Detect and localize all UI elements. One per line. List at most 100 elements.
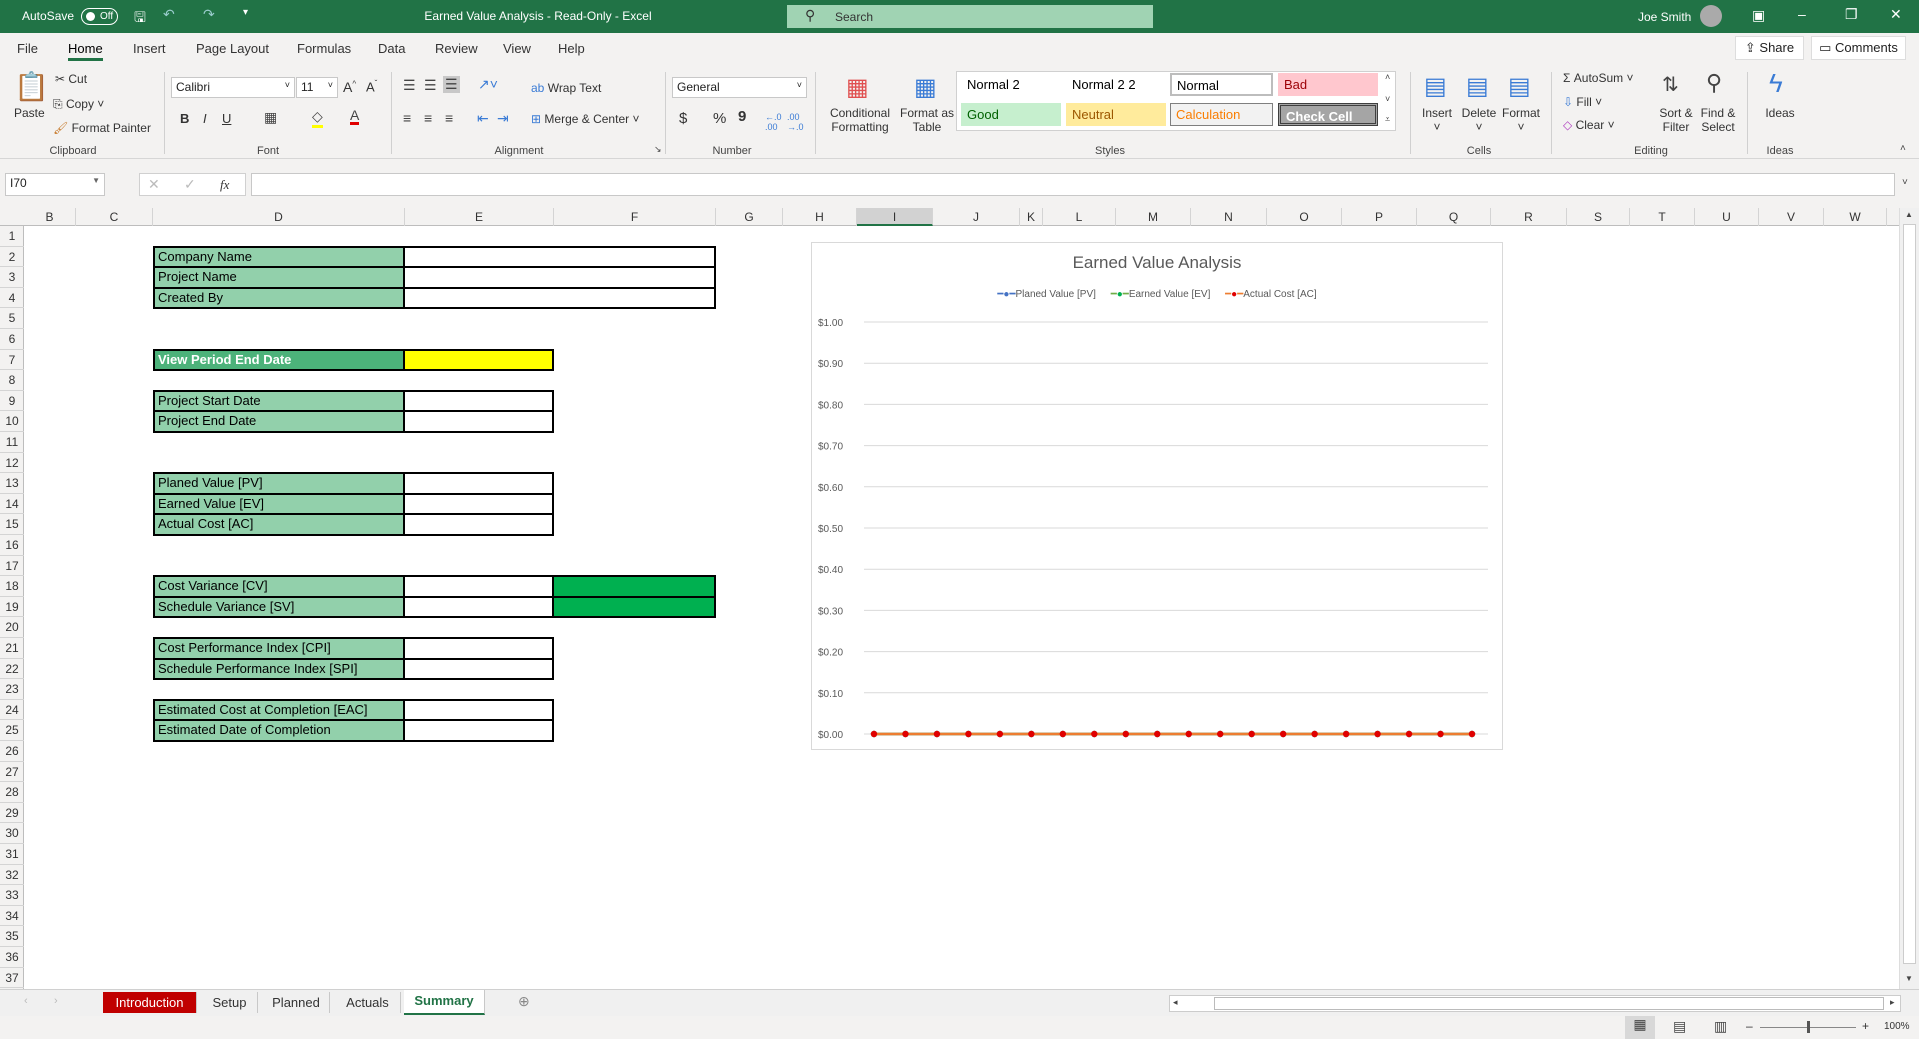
font-name-select[interactable]: Calibri ˅	[171, 77, 295, 98]
clear-button[interactable]: ◇ Clear ˅	[1563, 118, 1615, 132]
column-header-N[interactable]: N	[1191, 208, 1267, 226]
save-icon[interactable]: 🖫	[134, 7, 146, 31]
row-header-1[interactable]: 1	[0, 226, 24, 247]
column-header-F[interactable]: F	[554, 208, 716, 226]
sheet-tab-introduction[interactable]: Introduction	[103, 992, 197, 1013]
row-header-11[interactable]: 11	[0, 432, 24, 453]
normal-view-icon[interactable]: ▦	[1625, 1016, 1655, 1039]
row-header-33[interactable]: 33	[0, 885, 24, 906]
column-header-S[interactable]: S	[1567, 208, 1630, 226]
column-header-Q[interactable]: Q	[1417, 208, 1491, 226]
italic-button[interactable]: I	[203, 111, 207, 126]
row-header-28[interactable]: 28	[0, 782, 24, 803]
column-header-B[interactable]: B	[24, 208, 76, 226]
tab-formulas[interactable]: Formulas	[297, 41, 351, 56]
row-header-4[interactable]: 4	[0, 288, 24, 309]
tab-data[interactable]: Data	[378, 41, 405, 56]
align-right-icon[interactable]: ≡	[445, 110, 453, 126]
cpi-value[interactable]	[403, 637, 554, 660]
comma-button[interactable]: 9	[738, 108, 746, 125]
row-header-9[interactable]: 9	[0, 391, 24, 412]
earned-value-chart[interactable]: Earned Value Analysis ━●━Planed Value [P…	[811, 242, 1503, 750]
autosum-button[interactable]: Σ AutoSum ˅	[1563, 71, 1633, 85]
name-box[interactable]: I70 ▼	[5, 173, 105, 196]
underline-button[interactable]: U	[222, 111, 231, 126]
column-header-H[interactable]: H	[783, 208, 857, 226]
scroll-right-icon[interactable]: ▸	[1890, 997, 1895, 1008]
row-header-18[interactable]: 18	[0, 576, 24, 597]
project-name-value[interactable]	[403, 266, 716, 289]
cut-button[interactable]: ✂ Cut	[55, 72, 87, 86]
row-header-24[interactable]: 24	[0, 700, 24, 721]
data-point[interactable]	[1248, 730, 1255, 738]
conditional-formatting-icon[interactable]: ▦	[846, 73, 869, 102]
scroll-left-icon[interactable]: ◂	[1173, 997, 1178, 1008]
shrink-font-icon[interactable]: Aˇ	[366, 79, 377, 94]
row-header-8[interactable]: 8	[0, 370, 24, 391]
row-header-14[interactable]: 14	[0, 494, 24, 515]
row-header-16[interactable]: 16	[0, 535, 24, 556]
format-as-table-button[interactable]: Format as Table	[897, 106, 957, 134]
grow-font-icon[interactable]: A^	[343, 79, 356, 95]
format-cells-button[interactable]: Format ˅	[1502, 106, 1540, 134]
tab-review[interactable]: Review	[435, 41, 478, 56]
format-as-table-icon[interactable]: ▦	[914, 73, 937, 102]
tab-home[interactable]: Home	[68, 41, 103, 61]
view-period-end-date-value[interactable]	[403, 348, 554, 372]
column-header-V[interactable]: V	[1759, 208, 1824, 226]
style-check-cell[interactable]: Check Cell	[1278, 103, 1378, 126]
column-header-L[interactable]: L	[1043, 208, 1116, 226]
tab-help[interactable]: Help	[558, 41, 585, 56]
created-by-value[interactable]	[403, 286, 716, 310]
row-header-17[interactable]: 17	[0, 556, 24, 577]
increase-decimal-icon[interactable]: ←.0.00	[765, 112, 782, 132]
column-header-C[interactable]: C	[76, 208, 153, 226]
row-header-7[interactable]: 7	[0, 350, 24, 371]
schedule-variance-value[interactable]	[403, 595, 554, 619]
autosave-toggle[interactable]: Off	[81, 8, 118, 25]
paste-button[interactable]: Paste	[14, 106, 45, 120]
find-select-button[interactable]: Find & Select	[1694, 106, 1742, 134]
data-point[interactable]	[1185, 730, 1192, 738]
style-normal-2[interactable]: Normal 2	[961, 73, 1061, 96]
ideas-button[interactable]: Ideas	[1765, 106, 1794, 120]
user-name[interactable]: Joe Smith	[1638, 10, 1691, 24]
data-point[interactable]	[933, 730, 941, 738]
align-top-icon[interactable]: ☰	[403, 77, 416, 94]
tab-page-layout[interactable]: Page Layout	[196, 41, 269, 56]
increase-indent-icon[interactable]: ⇥	[497, 110, 509, 127]
column-header-T[interactable]: T	[1630, 208, 1695, 226]
enter-icon[interactable]: ✓	[184, 176, 196, 193]
sheet-tab-planned[interactable]: Planned	[263, 992, 330, 1013]
scroll-down-icon[interactable]: ▼	[1905, 974, 1913, 983]
schedule-variance-indicator[interactable]	[552, 595, 716, 619]
gallery-down-icon[interactable]: ˅	[1385, 94, 1390, 104]
data-point[interactable]	[1091, 730, 1098, 738]
row-header-37[interactable]: 37	[0, 968, 24, 989]
horizontal-scroll-thumb[interactable]	[1214, 997, 1884, 1010]
data-point[interactable]	[1468, 730, 1476, 738]
row-header-32[interactable]: 32	[0, 865, 24, 886]
data-point[interactable]	[965, 730, 972, 738]
insert-cells-icon[interactable]: ▤	[1424, 72, 1447, 101]
row-header-35[interactable]: 35	[0, 926, 24, 947]
row-header-36[interactable]: 36	[0, 947, 24, 968]
row-header-22[interactable]: 22	[0, 659, 24, 680]
vertical-scroll-thumb[interactable]	[1903, 224, 1916, 964]
wrap-text-button[interactable]: ab Wrap Text	[531, 81, 601, 95]
gallery-more-icon[interactable]: ⩡	[1385, 114, 1390, 125]
zoom-out-button[interactable]: –	[1746, 1019, 1753, 1033]
style-bad[interactable]: Bad	[1278, 73, 1378, 96]
spi-value[interactable]	[403, 657, 554, 681]
column-header-G[interactable]: G	[716, 208, 783, 226]
font-color-icon[interactable]: A	[350, 108, 360, 125]
project-end-date-value[interactable]	[403, 410, 554, 433]
row-header-23[interactable]: 23	[0, 679, 24, 700]
planed-value-value[interactable]	[403, 472, 554, 495]
insert-cells-button[interactable]: Insert ˅	[1422, 106, 1452, 134]
add-sheet-icon[interactable]: ⊕	[518, 993, 530, 1010]
data-point[interactable]	[902, 730, 909, 738]
row-header-26[interactable]: 26	[0, 741, 24, 762]
vertical-scrollbar[interactable]: ▲ ▼	[1899, 208, 1919, 989]
fill-button[interactable]: ⇩ Fill ˅	[1563, 95, 1602, 109]
